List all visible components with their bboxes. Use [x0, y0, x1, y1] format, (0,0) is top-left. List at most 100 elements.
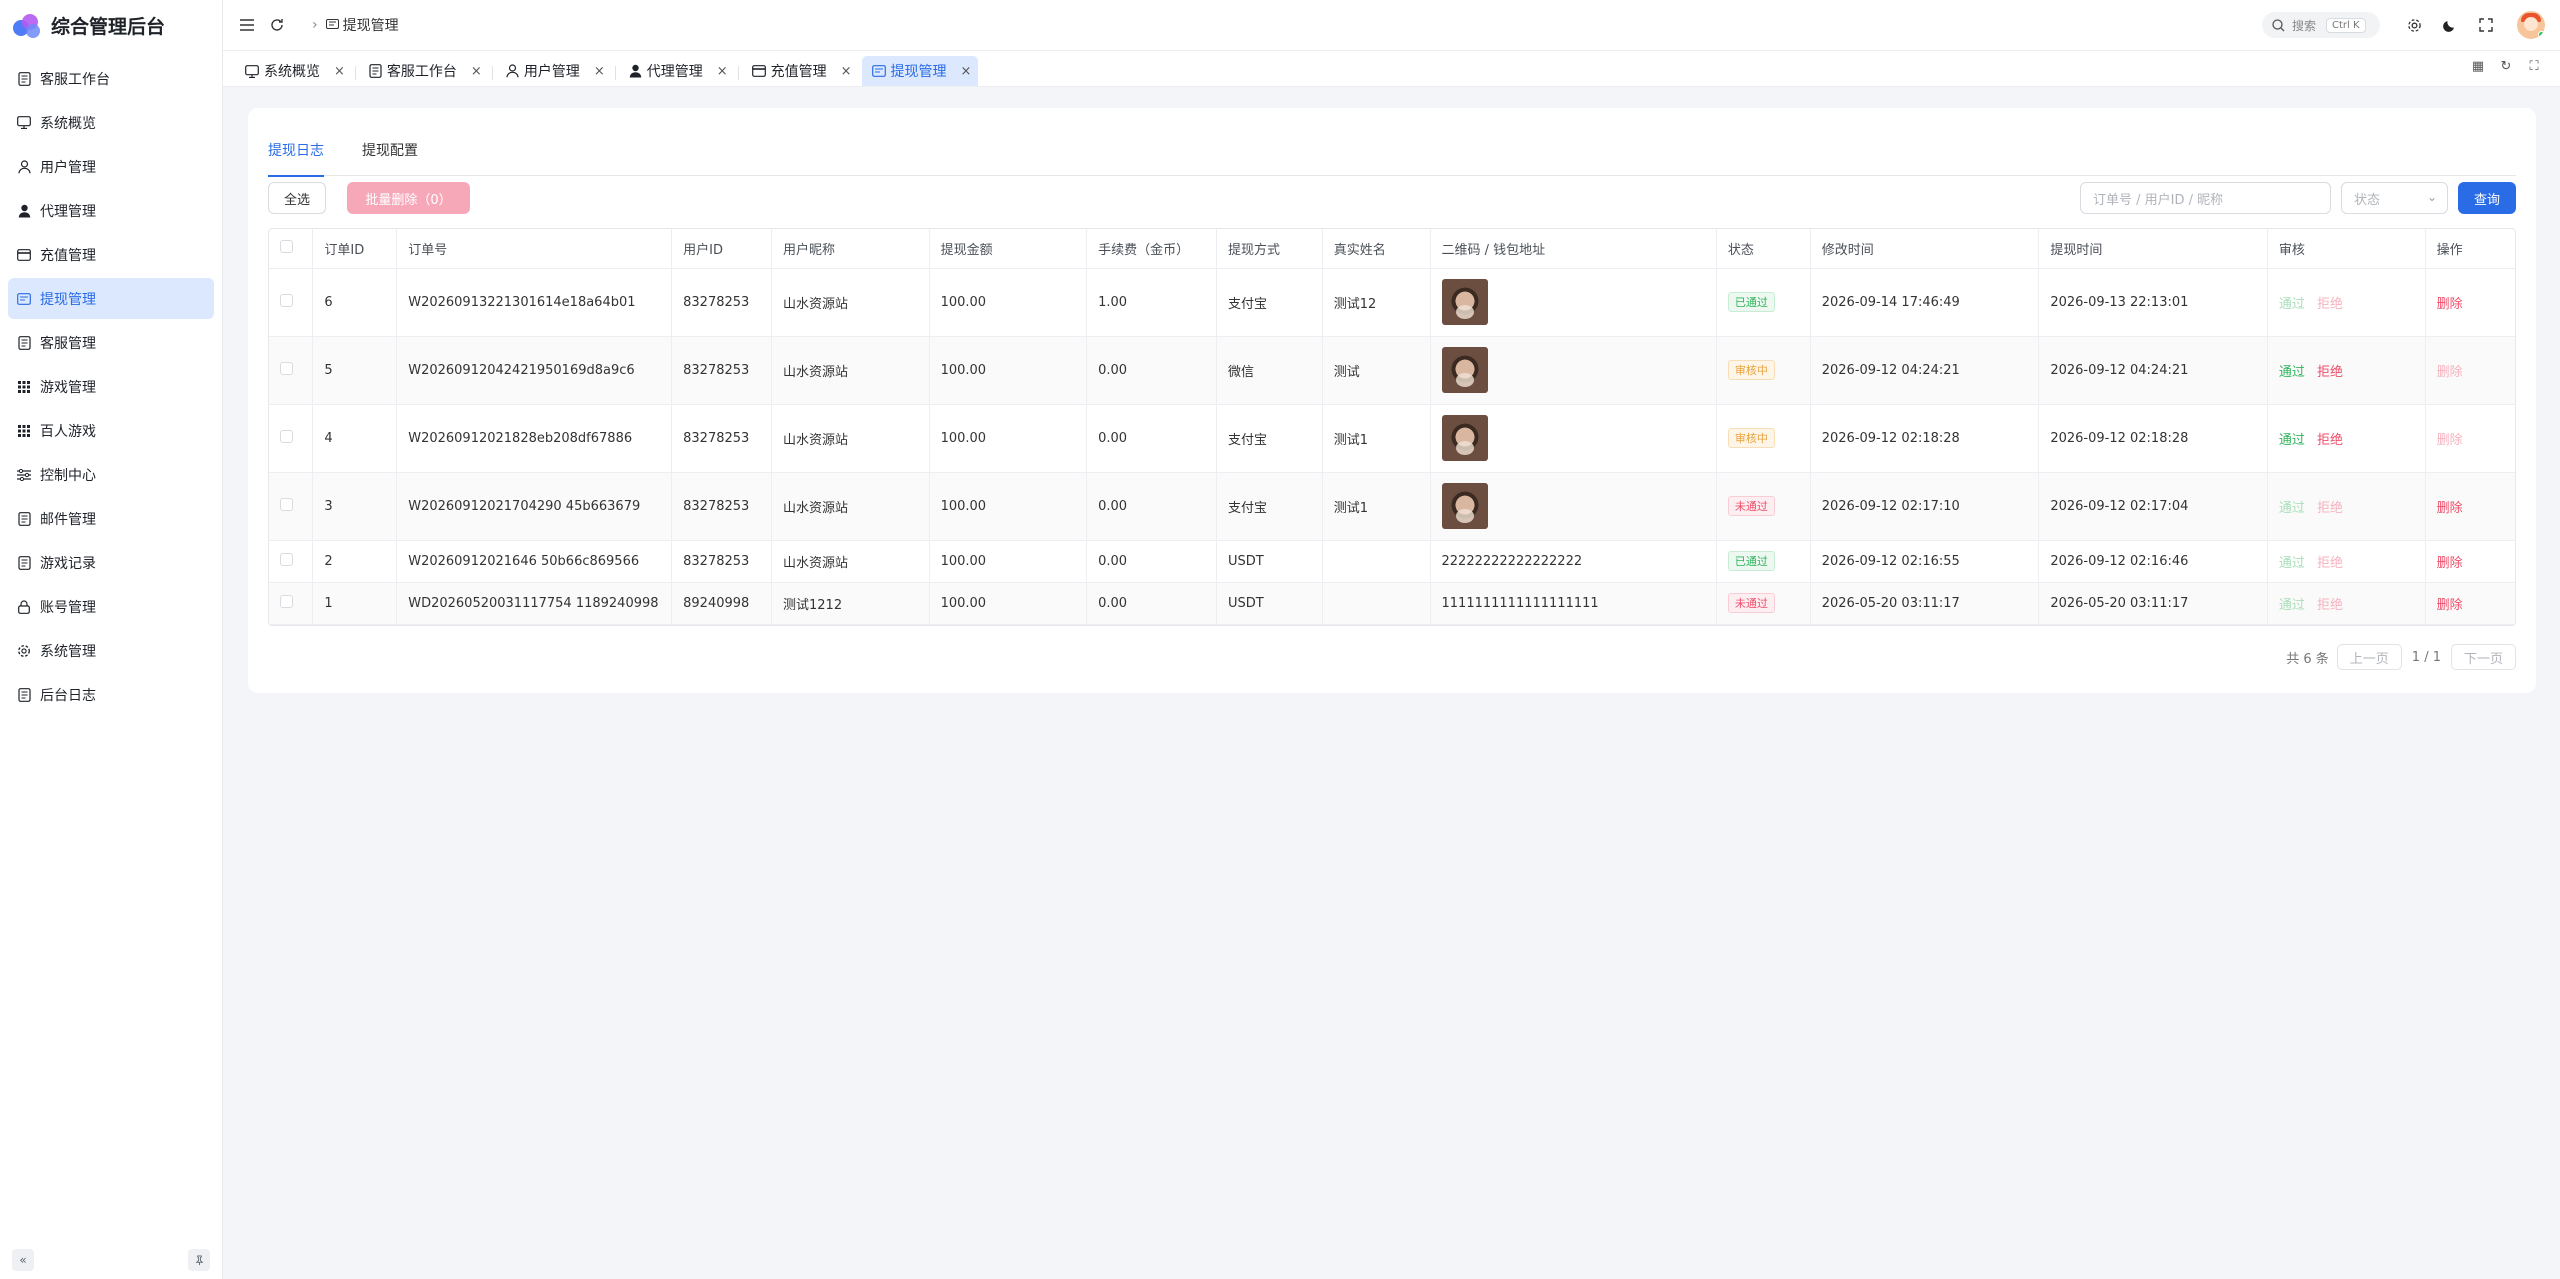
menu-toggle-icon[interactable]	[236, 14, 258, 36]
row-checkbox[interactable]	[280, 497, 293, 511]
column-header: 真实姓名	[1322, 229, 1431, 269]
sidebar-item-7[interactable]: 游戏管理	[8, 366, 214, 407]
sidebar-item-label: 代理管理	[40, 203, 96, 220]
approve-button[interactable]: 通过	[2279, 297, 2305, 312]
sidebar-item-10[interactable]: 邮件管理	[8, 498, 214, 539]
collapse-sidebar-icon[interactable]: «	[12, 1249, 34, 1271]
sidebar-item-13[interactable]: 系统管理	[8, 630, 214, 671]
status-badge: 审核中	[1727, 360, 1775, 380]
refresh-icon[interactable]	[266, 14, 288, 36]
select-all-button[interactable]: 全选	[268, 182, 326, 214]
delete-button[interactable]: 删除	[2437, 556, 2463, 571]
gear-icon[interactable]	[2403, 14, 2425, 36]
sidebar-item-4[interactable]: 充值管理	[8, 234, 214, 275]
row-checkbox[interactable]	[280, 552, 293, 566]
reload-tab-icon[interactable]: ↻	[2492, 59, 2520, 74]
pager-page: 1 / 1	[2411, 649, 2441, 665]
tab-divider	[614, 65, 616, 80]
close-icon[interactable]: ×	[841, 64, 852, 79]
breadcrumb-current[interactable]: 提现管理	[343, 15, 399, 35]
row-checkbox[interactable]	[280, 594, 293, 608]
approve-button[interactable]: 通过	[2279, 433, 2305, 448]
subtab-withdraw-log[interactable]: 提现日志	[268, 138, 324, 177]
row-checkbox[interactable]	[280, 429, 293, 443]
tab-0[interactable]: 系统概览 ×	[235, 56, 352, 86]
tab-5[interactable]: 提现管理 ×	[861, 56, 979, 86]
sidebar-item-12[interactable]: 账号管理	[8, 586, 214, 627]
delete-button[interactable]: 删除	[2437, 433, 2463, 448]
tab-4[interactable]: 充值管理 ×	[742, 56, 859, 86]
row-checkbox[interactable]	[280, 361, 293, 375]
tab-1[interactable]: 客服工作台 ×	[359, 56, 489, 86]
approve-button[interactable]: 通过	[2279, 598, 2305, 613]
order-id: 4	[312, 404, 398, 473]
nickname: 山水资源站	[771, 472, 930, 541]
fullscreen-icon[interactable]	[2475, 14, 2497, 36]
close-icon[interactable]: ×	[334, 64, 345, 79]
table-row[interactable]: 2 W20260912021646 50b66c869566 83278253 山水资…	[269, 540, 2515, 583]
reject-button[interactable]: 拒绝	[2317, 501, 2343, 516]
delete-button[interactable]: 删除	[2437, 598, 2463, 613]
review-cell: 通过 拒绝	[2267, 268, 2426, 337]
table-row[interactable]: 1 WD20260520031117754 1189240998 89240998 测…	[269, 582, 2515, 625]
close-icon[interactable]: ×	[961, 64, 972, 79]
prev-page-button[interactable]: 上一页	[2336, 644, 2402, 670]
delete-button[interactable]: 删除	[2437, 365, 2463, 380]
query-button[interactable]: 查询	[2458, 182, 2516, 214]
sidebar-item-5[interactable]: 提现管理	[8, 278, 214, 319]
subtab-withdraw-config[interactable]: 提现配置	[362, 138, 418, 176]
sidebar-item-6[interactable]: 客服管理	[8, 322, 214, 363]
qr-cell	[1430, 336, 1717, 405]
delete-button[interactable]: 删除	[2437, 297, 2463, 312]
sidebar-item-8[interactable]: 百人游戏	[8, 410, 214, 451]
avatar[interactable]	[2517, 11, 2545, 39]
tab-3[interactable]: 代理管理 ×	[619, 56, 735, 86]
delete-button[interactable]: 删除	[2437, 501, 2463, 516]
layout-grid-icon[interactable]: ▦	[2464, 59, 2492, 74]
reject-button[interactable]: 拒绝	[2317, 433, 2343, 448]
close-icon[interactable]: ×	[717, 64, 728, 79]
tab-2[interactable]: 用户管理 ×	[496, 56, 612, 86]
sidebar-item-11[interactable]: 游戏记录	[8, 542, 214, 583]
search-input[interactable]: 订单号 / 用户ID / 昵称	[2080, 182, 2331, 214]
table-row[interactable]: 4 W20260912021828eb208df67886 83278253 山水资源…	[269, 404, 2515, 473]
status-select[interactable]: 状态 ⌄	[2341, 182, 2448, 214]
qr-code-image[interactable]	[1441, 279, 1488, 325]
close-icon[interactable]: ×	[471, 64, 482, 79]
reject-button[interactable]: 拒绝	[2317, 365, 2343, 380]
qr-code-image[interactable]	[1441, 483, 1488, 529]
user-id: 89240998	[671, 582, 773, 625]
sidebar-item-9[interactable]: 控制中心	[8, 454, 214, 495]
table-row[interactable]: 5 W20260912042421950169d8a9c6 83278253 山水资源…	[269, 336, 2515, 405]
sidebar-item-3[interactable]: 代理管理	[8, 190, 214, 231]
table-row[interactable]: 6 W20260913221301614e18a64b01 83278253 山水资源…	[269, 268, 2515, 337]
fee: 0.00	[1086, 540, 1217, 583]
qr-code-image[interactable]	[1441, 347, 1488, 393]
qr-code-image[interactable]	[1441, 415, 1488, 461]
approve-button[interactable]: 通过	[2279, 556, 2305, 571]
column-header: 状态	[1716, 229, 1811, 269]
table-row[interactable]: 3 W20260912021704290 45b663679 83278253 山水资…	[269, 472, 2515, 541]
reject-button[interactable]: 拒绝	[2317, 598, 2343, 613]
dark-mode-icon[interactable]	[2439, 14, 2461, 36]
sidebar-item-label: 游戏管理	[40, 379, 96, 396]
sidebar-item-2[interactable]: 用户管理	[8, 146, 214, 187]
reject-button[interactable]: 拒绝	[2317, 556, 2343, 571]
pin-icon[interactable]	[188, 1249, 210, 1271]
sidebar-item-1[interactable]: 系统概览	[8, 102, 214, 143]
dashboard-icon	[245, 64, 259, 78]
maximize-icon[interactable]: ⛶	[2520, 59, 2548, 74]
doc-icon	[17, 511, 31, 526]
real-name: 测试1	[1322, 472, 1431, 541]
approve-button[interactable]: 通过	[2279, 365, 2305, 380]
reject-button[interactable]: 拒绝	[2317, 297, 2343, 312]
global-search[interactable]: 搜索 Ctrl K	[2262, 12, 2380, 38]
next-page-button[interactable]: 下一页	[2450, 644, 2516, 670]
sidebar-item-0[interactable]: 客服工作台	[8, 58, 214, 99]
close-icon[interactable]: ×	[594, 64, 605, 79]
sidebar-item-14[interactable]: 后台日志	[8, 674, 214, 715]
select-all-checkbox[interactable]	[280, 239, 293, 253]
batch-delete-button[interactable]: 批量删除（0）	[347, 182, 470, 214]
row-checkbox[interactable]	[280, 293, 293, 307]
approve-button[interactable]: 通过	[2279, 501, 2305, 516]
